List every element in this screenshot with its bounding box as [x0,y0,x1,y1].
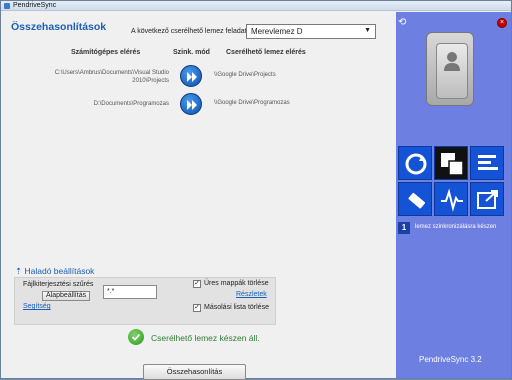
forward-icon [187,72,197,82]
forward-icon [187,100,197,110]
sidebar-status: lemez szinkronizálásra készen [415,224,497,230]
person-icon [444,52,460,71]
usb-drive-icon [408,192,426,209]
chevron-down-icon: ▼ [364,27,371,34]
default-filter-button[interactable]: Alapbeállítás [42,291,91,301]
empty-folders-checkbox[interactable]: ✓ [193,280,201,288]
pulse-icon [441,188,463,212]
drive-select[interactable]: Merevlemez D ▼ [246,24,376,39]
filter-input[interactable]: *.* [103,285,157,299]
drive-card-icon [426,32,474,106]
status-message: Cserélhető lemez készen áll. [151,333,260,343]
open-window-icon [477,190,498,209]
help-link[interactable]: Segítség [23,303,51,310]
column-header-local: Számítógépes elérés [71,49,141,56]
activity-tile[interactable] [434,182,468,216]
app-icon [4,3,10,9]
copy-list-checkbox[interactable]: ✓ [193,304,201,312]
main-panel: Összehasonlítások A következő cserélhető… [1,12,395,380]
close-button[interactable]: × [497,18,507,28]
sync-direction-button-1[interactable] [180,65,202,87]
empty-folders-label: Üres mappák törlése [204,280,269,287]
copy-list-label: Másolási lista törlése [204,304,269,311]
sidebar: ⟲ × 1 lemez szinkronizálásra készen Pend… [396,12,511,378]
row-1-local-path: C:\Users\Ambrus\Documents\Visual Studio … [54,70,169,84]
title-bar[interactable]: PendriveSync [1,1,511,11]
sync-direction-button-2[interactable] [180,93,202,115]
column-header-sync: Szink. mód [173,49,210,56]
window-tile[interactable] [470,182,504,216]
row-2-local-path: D:\Documents\Programozas [93,101,169,107]
window-title: PendriveSync [13,2,57,9]
details-link[interactable]: Részletek [236,291,267,298]
advanced-settings-link[interactable]: ⇡ Haladó beállítások [15,266,94,277]
refresh-icon[interactable]: ⟲ [398,18,408,28]
squares-icon [441,153,464,176]
version-label: PendriveSync 3.2 [419,355,482,364]
usb-tile[interactable] [398,182,432,216]
drive-count-badge: 1 [398,222,410,234]
list-tile[interactable] [470,146,504,180]
page-title: Összehasonlítások [11,21,107,33]
drive-select-value: Merevlemez D [251,27,303,36]
check-icon [128,329,144,345]
row-1-removable-path: \\Google Drive\Projects [214,72,276,78]
sync-icon [405,153,427,175]
sync-tile[interactable] [398,146,432,180]
compare-button[interactable]: Összehasonlítás [143,364,246,380]
row-2-removable-path: \\Google Drive\Programozas [214,100,290,106]
compare-tile[interactable] [434,146,468,180]
list-icon [478,155,498,170]
column-header-removable: Cserélhető lemez elérés [226,49,306,56]
drive-select-label: A következő cserélhető lemez feladatai: [131,28,254,35]
app-window: PendriveSync Összehasonlítások A követke… [0,0,512,380]
filter-label: Fájlkiterjesztési szűrés [23,281,94,288]
